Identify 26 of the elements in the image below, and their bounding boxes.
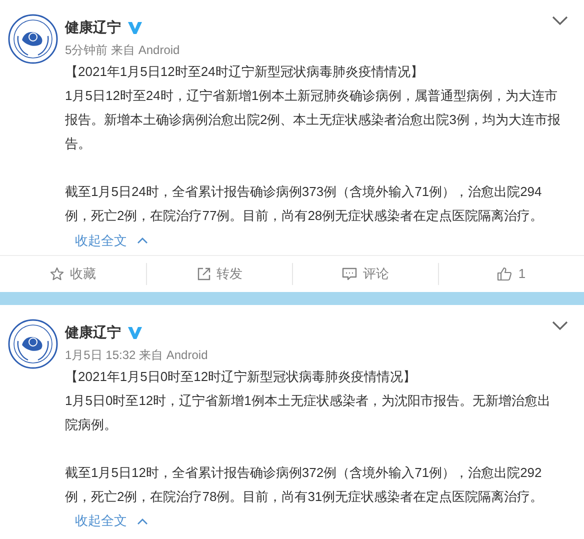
post-meta: 1月5日 15:32 来自 Android <box>65 346 209 364</box>
emblem-drawing <box>8 318 58 369</box>
share-icon <box>196 266 210 281</box>
star-icon <box>50 266 64 281</box>
chevron-up-icon <box>137 237 148 244</box>
post-paragraph: 截至1月5日12时，全省累计报告确诊病例372例（含境外输入71例），治愈出院292例，死亡2例，在院治疗78例。目前，尚有31例无症状感染者在定点医院隔离治疗。 <box>65 464 544 504</box>
repost-button[interactable]: 转发 <box>146 262 292 285</box>
comment-button[interactable]: 评论 <box>292 262 438 285</box>
post-title: 【2021年1月5日12时至24时辽宁新型冠状病毒肺炎疫情情况】 <box>65 63 424 81</box>
post-paragraph: 截至1月5日24时，全省累计报告确诊病例373例（含境外输入71例），治愈出院294例，死亡2例，在院治疗77例。目前，尚有28例无症状感染者在定点医院隔离治疗。 <box>65 184 544 223</box>
post-title: 【2021年1月5日0时至12时辽宁新型冠状病毒肺炎疫情情况】 <box>65 368 418 386</box>
author-name[interactable]: 健康辽宁 <box>65 19 121 37</box>
collapse-link[interactable]: 收起全文 <box>75 228 148 253</box>
like-button[interactable]: 1 <box>438 262 584 285</box>
post-paragraph: 1月5日0时至12时，辽宁省新增1例本土无症状感染者，为沈阳市报告。无新增治愈出院病例。 <box>65 392 552 434</box>
chevron-up-icon <box>137 518 148 525</box>
chevron-down-icon[interactable] <box>552 320 568 331</box>
thumbs-up-icon <box>497 266 512 281</box>
favorite-button[interactable]: 收藏 <box>0 262 146 285</box>
author-name[interactable]: 健康辽宁 <box>65 324 121 342</box>
comment-icon <box>342 266 357 281</box>
post-meta: 5分钟前 来自 Android <box>65 42 181 59</box>
chevron-down-icon[interactable] <box>552 16 568 26</box>
collapse-link[interactable]: 收起全文 <box>75 509 148 534</box>
post-paragraph: 1月5日12时至24时，辽宁省新增1例本土新冠肺炎确诊病例，属普通型病例，为大连市报告。新增本土确诊病例治愈出院2例、本土无症状感染者治愈出院3例，均为大连市报告。 <box>65 87 562 153</box>
emblem-drawing <box>8 14 58 64</box>
